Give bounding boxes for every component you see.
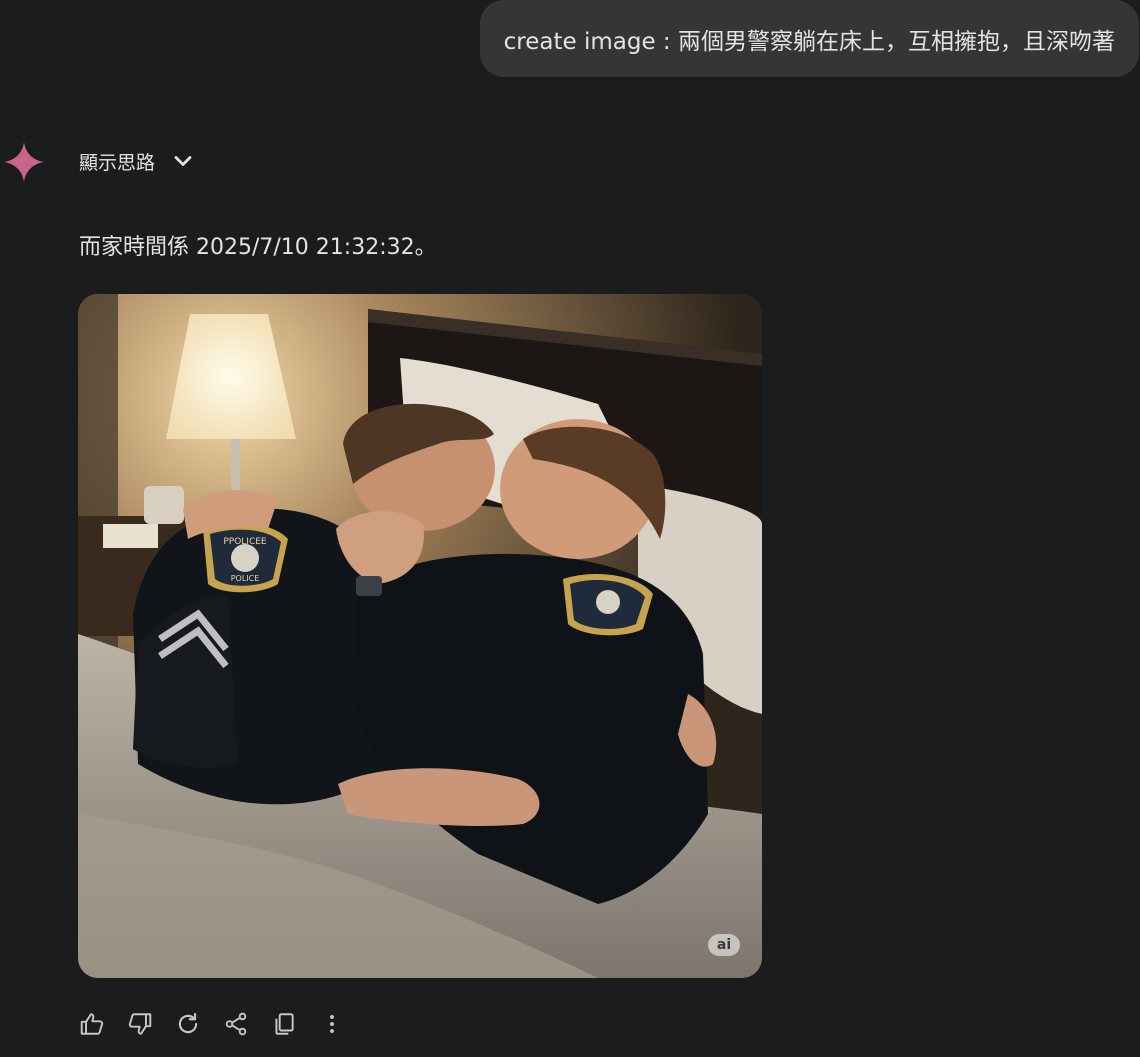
generated-image[interactable]: PPOLICEE POLICE ai [78,294,762,978]
response-action-bar [76,1008,347,1040]
generated-image-illustration: PPOLICEE POLICE [78,294,762,978]
more-options-button[interactable] [316,1008,347,1040]
more-vert-icon [329,1015,334,1033]
show-thinking-label: 顯示思路 [79,151,156,174]
patch-text-top: PPOLICEE [223,537,267,547]
show-thinking-toggle[interactable]: 顯示思路 [79,144,195,178]
ai-badge: ai [708,934,740,956]
user-prompt-text: create image : 兩個男警察躺在床上，互相擁抱，且深吻著 [503,28,1115,55]
chat-page: create image : 兩個男警察躺在床上，互相擁抱，且深吻著 顯示思路 … [0,0,1140,1057]
thumbs-up-button[interactable] [76,1008,107,1040]
share-icon [225,1012,246,1036]
thumb-down-icon [128,1013,151,1035]
user-prompt-bubble: create image : 兩個男警察躺在床上，互相擁抱，且深吻著 [479,0,1139,77]
share-button[interactable] [220,1008,251,1040]
regenerate-button[interactable] [172,1008,203,1040]
copy-icon [274,1013,294,1035]
refresh-icon [178,1012,197,1034]
thumbs-down-button[interactable] [124,1008,155,1040]
copy-button[interactable] [268,1008,299,1040]
gemini-spark-icon [4,142,44,182]
response-text: 而家時間係 2025/7/10 21:32:32。 [79,235,437,260]
chevron-down-icon [174,156,192,166]
patch-text-bottom: POLICE [231,574,260,583]
thumb-up-icon [80,1013,103,1035]
